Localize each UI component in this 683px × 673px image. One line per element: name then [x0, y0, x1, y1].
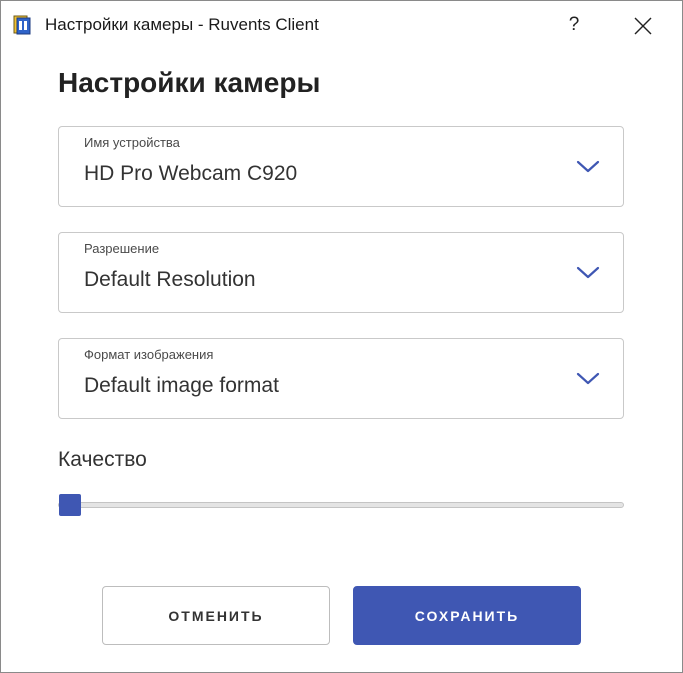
device-name-label: Имя устройства [84, 135, 180, 150]
page-title: Настройки камеры [58, 67, 321, 98]
chevron-down-icon [575, 371, 601, 387]
quality-slider[interactable] [58, 493, 624, 517]
image-format-label: Формат изображения [84, 347, 214, 362]
device-name-select[interactable]: Имя устройства HD Pro Webcam C920 [58, 126, 624, 207]
window-title: Настройки камеры - Ruvents Client [45, 15, 319, 34]
close-icon [634, 17, 652, 35]
quality-label: Качество [58, 448, 147, 471]
chevron-down-icon [575, 265, 601, 281]
resolution-value: Default Resolution [84, 268, 256, 291]
image-format-select[interactable]: Формат изображения Default image format [58, 338, 624, 419]
close-button[interactable] [629, 13, 657, 39]
quality-slider-track[interactable] [58, 502, 624, 508]
resolution-select[interactable]: Разрешение Default Resolution [58, 232, 624, 313]
device-name-value: HD Pro Webcam C920 [84, 162, 298, 185]
chevron-down-icon [575, 159, 601, 175]
save-button[interactable]: СОХРАНИТЬ [353, 586, 581, 645]
title-bar: Настройки камеры - Ruvents Client ? [1, 1, 682, 49]
camera-settings-dialog: Настройки камеры - Ruvents Client ? Наст… [0, 0, 683, 673]
help-button[interactable]: ? [561, 11, 587, 39]
image-format-value: Default image format [84, 374, 279, 397]
app-icon [13, 15, 31, 35]
cancel-button[interactable]: ОТМЕНИТЬ [102, 586, 330, 645]
quality-slider-thumb[interactable] [59, 494, 81, 516]
resolution-label: Разрешение [84, 241, 160, 256]
